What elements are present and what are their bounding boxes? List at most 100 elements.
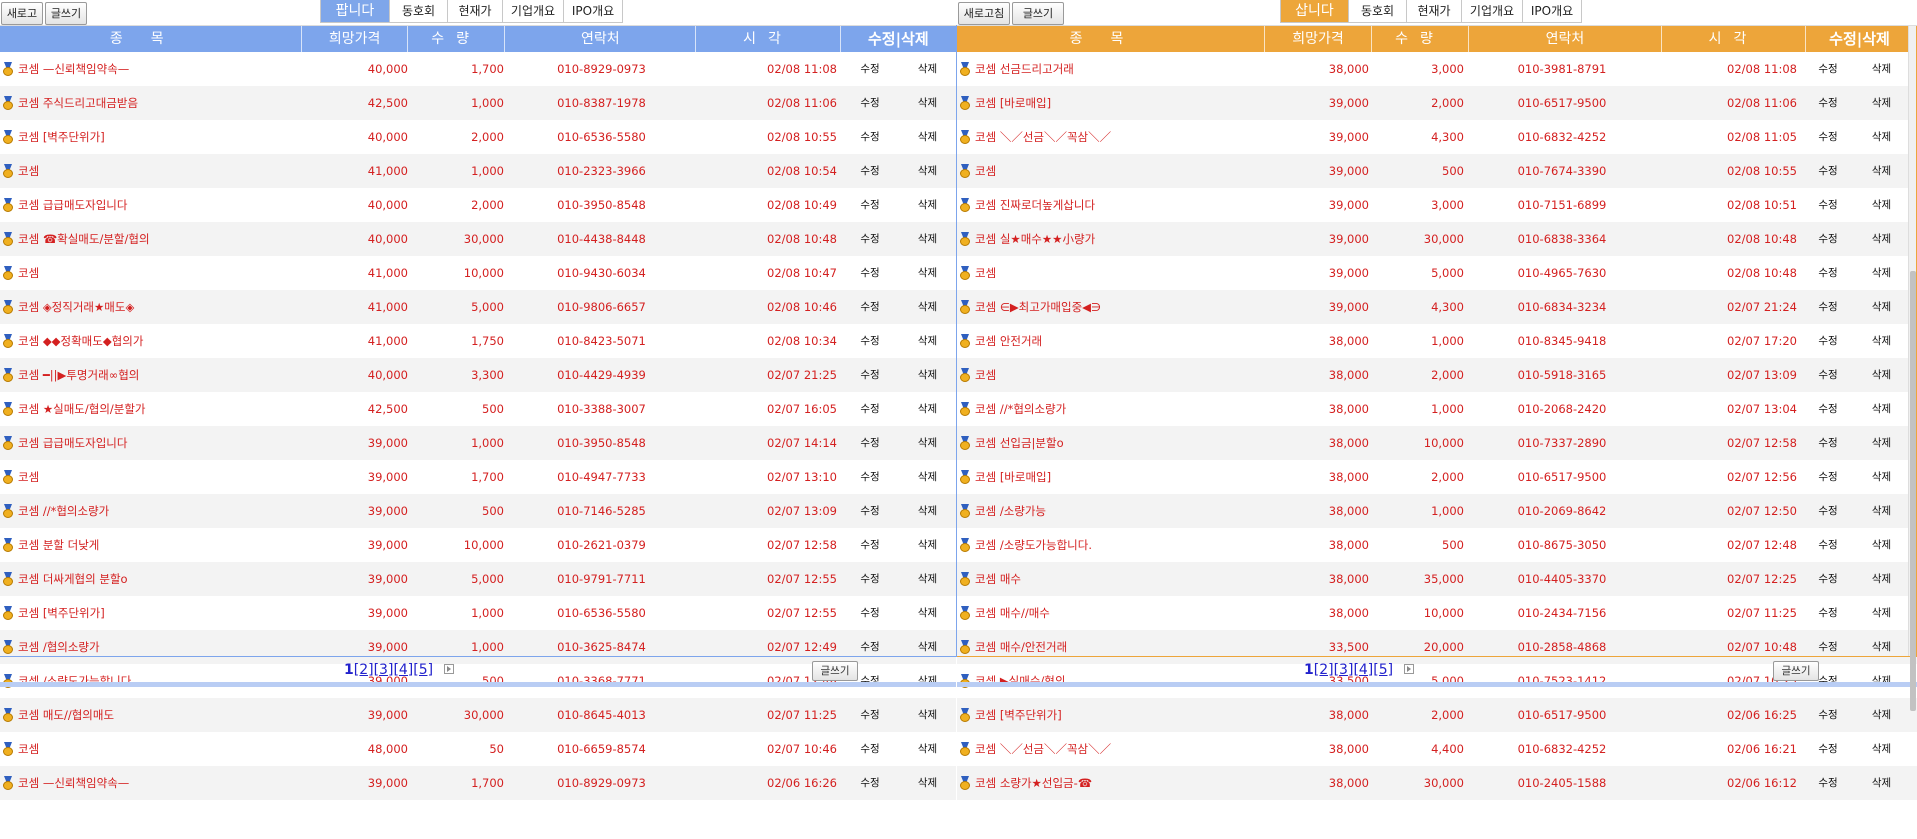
edit-link[interactable]: 수정 xyxy=(841,86,899,120)
item-cell[interactable]: 코셈 xyxy=(0,460,303,494)
edit-link[interactable]: 수정 xyxy=(1801,392,1855,426)
item-text[interactable]: 코셈 —신뢰책임약속— xyxy=(18,52,129,86)
next-page-icon[interactable] xyxy=(1403,664,1414,674)
tab-sell[interactable]: 팝니다 xyxy=(320,0,389,23)
item-cell[interactable]: 코셈 xyxy=(957,358,1264,392)
delete-link[interactable]: 삭제 xyxy=(899,766,956,800)
delete-link[interactable]: 삭제 xyxy=(1855,596,1908,630)
delete-link[interactable]: 삭제 xyxy=(1855,460,1908,494)
item-cell[interactable]: 코셈 급급매도자입니다 xyxy=(0,426,303,460)
delete-link[interactable]: 삭제 xyxy=(899,290,956,324)
delete-link[interactable]: 삭제 xyxy=(899,698,956,732)
item-text[interactable]: 코셈 ◈정직거래★매도◈ xyxy=(18,290,134,324)
item-text[interactable]: 코셈 안전거래 xyxy=(975,324,1042,358)
item-text[interactable]: 코셈 진짜로더높게삽니다 xyxy=(975,188,1095,222)
edit-link[interactable]: 수정 xyxy=(841,596,899,630)
item-text[interactable]: 코셈 매수 xyxy=(975,562,1021,596)
item-cell[interactable]: 코셈 ◆◆정확매도◆협의가 xyxy=(0,324,303,358)
edit-link[interactable]: 수정 xyxy=(1801,698,1855,732)
write-button[interactable]: 글쓰기 xyxy=(1012,2,1064,25)
refresh-button[interactable]: 새로고침 xyxy=(958,2,1010,25)
edit-link[interactable]: 수정 xyxy=(841,426,899,460)
tab-ipo-overview[interactable]: IPO개요 xyxy=(1522,0,1582,23)
item-text[interactable]: 코셈 //*협의소량가 xyxy=(18,494,109,528)
delete-link[interactable]: 삭제 xyxy=(899,562,956,596)
page-link-2[interactable]: [2] xyxy=(354,662,374,678)
edit-link[interactable]: 수정 xyxy=(841,460,899,494)
edit-link[interactable]: 수정 xyxy=(1801,358,1855,392)
edit-link[interactable]: 수정 xyxy=(841,698,899,732)
tab-current-price[interactable]: 현재가 xyxy=(1406,0,1461,23)
item-cell[interactable]: 코셈 주식드리고대금받음 xyxy=(0,86,303,120)
item-cell[interactable]: 코셈 ＼／선금＼／꼭삼＼／ xyxy=(957,732,1264,766)
delete-link[interactable]: 삭제 xyxy=(1855,222,1908,256)
item-text[interactable]: 코셈 급급매도자입니다 xyxy=(18,188,127,222)
item-text[interactable]: 코셈 매수//매수 xyxy=(975,596,1050,630)
page-link-5[interactable]: [5] xyxy=(1373,662,1393,678)
item-text[interactable]: 코셈 급급매도자입니다 xyxy=(18,426,127,460)
edit-link[interactable]: 수정 xyxy=(1801,86,1855,120)
item-text[interactable]: 코셈 xyxy=(975,358,996,392)
item-cell[interactable]: 코셈 [벽주단위가] xyxy=(0,120,303,154)
item-cell[interactable]: 코셈 실★매수★★小량가 xyxy=(957,222,1264,256)
delete-link[interactable]: 삭제 xyxy=(899,222,956,256)
page-link-4[interactable]: [4] xyxy=(393,662,413,678)
edit-link[interactable]: 수정 xyxy=(1801,222,1855,256)
delete-link[interactable]: 삭제 xyxy=(1855,732,1908,766)
item-cell[interactable]: 코셈 —신뢰책임약속— xyxy=(0,52,303,86)
delete-link[interactable]: 삭제 xyxy=(1855,86,1908,120)
page-link-2[interactable]: [2] xyxy=(1314,662,1334,678)
item-text[interactable]: 코셈 —신뢰책임약속— xyxy=(18,766,129,800)
edit-link[interactable]: 수정 xyxy=(841,52,899,86)
item-cell[interactable]: 코셈 xyxy=(0,154,303,188)
delete-link[interactable]: 삭제 xyxy=(1855,120,1908,154)
delete-link[interactable]: 삭제 xyxy=(899,732,956,766)
item-cell[interactable]: 코셈 //*협의소량가 xyxy=(957,392,1264,426)
tab-ipo-overview[interactable]: IPO개요 xyxy=(563,0,623,23)
item-text[interactable]: 코셈 분할 더낮게 xyxy=(18,528,99,562)
item-text[interactable]: 코셈 더싸게협의 분할o xyxy=(18,562,128,596)
tab-club[interactable]: 동호회 xyxy=(1348,0,1406,23)
item-cell[interactable]: 코셈 xyxy=(957,154,1264,188)
page-link-4[interactable]: [4] xyxy=(1353,662,1373,678)
edit-link[interactable]: 수정 xyxy=(841,188,899,222)
edit-link[interactable]: 수정 xyxy=(841,120,899,154)
item-text[interactable]: 코셈 xyxy=(18,154,39,188)
delete-link[interactable]: 삭제 xyxy=(1855,494,1908,528)
item-text[interactable]: 코셈 ☎확실매도/분할/협의 xyxy=(18,222,150,256)
delete-link[interactable]: 삭제 xyxy=(899,120,956,154)
item-text[interactable]: 코셈 xyxy=(18,256,39,290)
edit-link[interactable]: 수정 xyxy=(841,562,899,596)
delete-link[interactable]: 삭제 xyxy=(1855,392,1908,426)
item-text[interactable]: 코셈 [바로매입] xyxy=(975,86,1051,120)
item-text[interactable]: 코셈 xyxy=(18,460,39,494)
delete-link[interactable]: 삭제 xyxy=(899,188,956,222)
item-text[interactable]: 코셈 소량가★선입금-☎ xyxy=(975,766,1092,800)
tab-company-overview[interactable]: 기업개요 xyxy=(1461,0,1522,23)
tab-buy[interactable]: 삽니다 xyxy=(1280,0,1348,23)
item-cell[interactable]: 코셈 xyxy=(0,732,303,766)
edit-link[interactable]: 수정 xyxy=(841,256,899,290)
delete-link[interactable]: 삭제 xyxy=(899,426,956,460)
item-cell[interactable]: 코셈 ∈▶최고가매입중◀∋ xyxy=(957,290,1264,324)
item-cell[interactable]: 코셈 [바로매입] xyxy=(957,460,1264,494)
item-text[interactable]: 코셈 매도//협의매도 xyxy=(18,698,114,732)
item-cell[interactable]: 코셈 —신뢰책임약속— xyxy=(0,766,303,800)
item-cell[interactable]: 코셈 매수 xyxy=(957,562,1264,596)
item-text[interactable]: 코셈 /소량도가능합니다. xyxy=(975,528,1092,562)
item-text[interactable]: 코셈 [바로매입] xyxy=(975,460,1051,494)
edit-link[interactable]: 수정 xyxy=(1801,562,1855,596)
delete-link[interactable]: 삭제 xyxy=(1855,290,1908,324)
delete-link[interactable]: 삭제 xyxy=(1855,324,1908,358)
delete-link[interactable]: 삭제 xyxy=(899,596,956,630)
item-text[interactable]: 코셈 실★매수★★小량가 xyxy=(975,222,1095,256)
edit-link[interactable]: 수정 xyxy=(841,290,899,324)
item-text[interactable]: 코셈 ━||▶투명거래∞협의 xyxy=(18,358,139,392)
edit-link[interactable]: 수정 xyxy=(841,766,899,800)
delete-link[interactable]: 삭제 xyxy=(1855,358,1908,392)
item-text[interactable]: 코셈 선입금|분할o xyxy=(975,426,1064,460)
page-link-5[interactable]: [5] xyxy=(413,662,433,678)
edit-link[interactable]: 수정 xyxy=(1801,52,1855,86)
item-text[interactable]: 코셈 ＼／선금＼／꼭삼＼／ xyxy=(975,120,1111,154)
delete-link[interactable]: 삭제 xyxy=(899,358,956,392)
